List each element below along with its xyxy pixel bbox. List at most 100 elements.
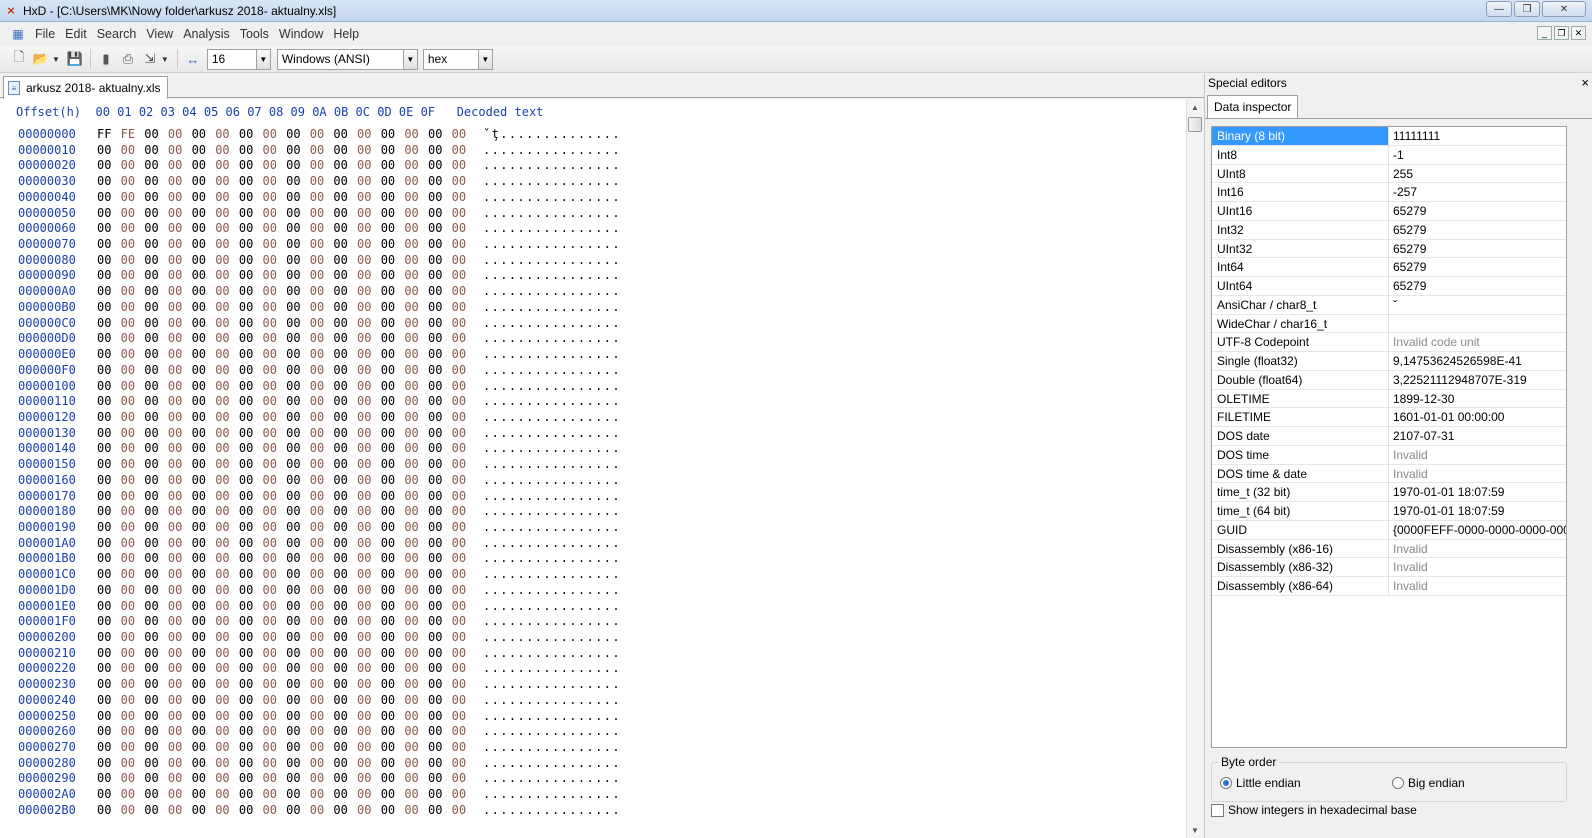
hex-byte[interactable]: 00 [310, 787, 334, 803]
hex-byte[interactable]: 00 [357, 536, 381, 552]
hex-byte[interactable]: 00 [286, 316, 310, 332]
hex-byte[interactable]: 00 [144, 693, 168, 709]
hex-byte[interactable]: 00 [357, 630, 381, 646]
hex-byte[interactable]: 00 [381, 221, 405, 237]
hex-byte[interactable]: 00 [215, 661, 239, 677]
hex-row[interactable]: 000000B0 00 00 00 00 00 00 00 00 00 00 00 00 00 00 00 00… [0, 300, 1186, 316]
hex-byte[interactable]: 00 [310, 174, 334, 190]
hex-byte[interactable]: 00 [452, 253, 476, 269]
hex-byte[interactable]: 00 [357, 127, 381, 143]
hex-byte[interactable]: 00 [192, 709, 216, 725]
hex-byte[interactable]: 00 [452, 221, 476, 237]
hex-byte[interactable]: 00 [404, 143, 428, 159]
hex-byte[interactable]: 00 [428, 740, 452, 756]
row-bytes[interactable]: 00 00 00 00 00 00 00 00 00 00 00 00 00 00 00 00 [97, 520, 475, 536]
hex-byte[interactable]: 00 [215, 221, 239, 237]
hex-byte[interactable]: 00 [404, 410, 428, 426]
row-decoded-text[interactable]: ................ [483, 379, 621, 395]
hex-byte[interactable]: 00 [333, 331, 357, 347]
hex-byte[interactable]: 00 [381, 536, 405, 552]
hex-byte[interactable]: 00 [310, 331, 334, 347]
hex-byte[interactable]: 00 [428, 441, 452, 457]
hex-byte[interactable]: 00 [452, 331, 476, 347]
row-bytes[interactable]: 00 00 00 00 00 00 00 00 00 00 00 00 00 00 00 00 [97, 724, 475, 740]
hex-byte[interactable]: 00 [333, 394, 357, 410]
row-decoded-text[interactable]: ................ [483, 206, 621, 222]
hex-byte[interactable]: 00 [168, 331, 192, 347]
hex-byte[interactable]: 00 [239, 379, 263, 395]
hex-byte[interactable]: 00 [286, 206, 310, 222]
hex-byte[interactable]: 00 [286, 426, 310, 442]
hex-byte[interactable]: 00 [262, 206, 286, 222]
hex-byte[interactable]: 00 [97, 158, 121, 174]
hex-byte[interactable]: 00 [310, 363, 334, 379]
hex-byte[interactable]: 00 [215, 756, 239, 772]
row-decoded-text[interactable]: ................ [483, 489, 621, 505]
hex-byte[interactable]: 00 [428, 724, 452, 740]
hex-byte[interactable]: 00 [121, 143, 145, 159]
hex-byte[interactable]: 00 [239, 363, 263, 379]
hex-byte[interactable]: 00 [121, 379, 145, 395]
inspector-row[interactable]: DOS date 2107-07-31 [1212, 427, 1566, 446]
hex-byte[interactable]: 00 [310, 661, 334, 677]
hex-byte[interactable]: 00 [97, 174, 121, 190]
hex-byte[interactable]: 00 [192, 520, 216, 536]
hex-byte[interactable]: 00 [286, 300, 310, 316]
hex-row[interactable]: 00000100 00 00 00 00 00 00 00 00 00 00 00 00 00 00 00 00… [0, 379, 1186, 395]
hex-byte[interactable]: 00 [192, 583, 216, 599]
hex-byte[interactable]: 00 [97, 520, 121, 536]
hex-byte[interactable]: 00 [428, 127, 452, 143]
inspector-row[interactable]: UInt64 65279 [1212, 277, 1566, 296]
hex-byte[interactable]: 00 [452, 724, 476, 740]
hex-byte[interactable]: 00 [452, 158, 476, 174]
hex-byte[interactable]: 00 [357, 473, 381, 489]
hex-row[interactable]: 00000200 00 00 00 00 00 00 00 00 00 00 00 00 00 00 00 00… [0, 630, 1186, 646]
hex-byte[interactable]: 00 [310, 410, 334, 426]
hex-byte[interactable]: 00 [262, 551, 286, 567]
child-minimize-button[interactable]: _ [1537, 26, 1552, 40]
hex-byte[interactable]: 00 [428, 347, 452, 363]
export-icon[interactable]: ⇲ [139, 48, 161, 70]
hex-byte[interactable]: 00 [262, 677, 286, 693]
hex-byte[interactable]: 00 [121, 237, 145, 253]
hex-byte[interactable]: 00 [404, 268, 428, 284]
hex-byte[interactable]: 00 [381, 520, 405, 536]
hex-byte[interactable]: 00 [239, 268, 263, 284]
hex-byte[interactable]: 00 [239, 583, 263, 599]
hex-byte[interactable]: 00 [286, 724, 310, 740]
hex-byte[interactable]: 00 [452, 709, 476, 725]
inspector-row[interactable]: UInt16 65279 [1212, 202, 1566, 221]
hex-byte[interactable]: 00 [310, 724, 334, 740]
inspector-row[interactable]: GUID {0000FEFF-0000-0000-0000-00000 [1212, 520, 1566, 540]
row-decoded-text[interactable]: ................ [483, 756, 621, 772]
hex-byte[interactable]: 00 [262, 379, 286, 395]
hex-row[interactable]: 00000160 00 00 00 00 00 00 00 00 00 00 00 00 00 00 00 00… [0, 473, 1186, 489]
hex-byte[interactable]: 00 [192, 410, 216, 426]
hex-byte[interactable]: 00 [262, 331, 286, 347]
hex-byte[interactable]: 00 [168, 284, 192, 300]
hex-byte[interactable]: 00 [357, 803, 381, 819]
row-bytes[interactable]: 00 00 00 00 00 00 00 00 00 00 00 00 00 00 00 00 [97, 190, 475, 206]
hex-byte[interactable]: 00 [192, 457, 216, 473]
scroll-down-icon[interactable]: ▼ [1187, 822, 1203, 838]
hex-byte[interactable]: 00 [168, 473, 192, 489]
hex-row[interactable]: 00000010 00 00 00 00 00 00 00 00 00 00 00 00 00 00 00 00… [0, 143, 1186, 159]
open-file-icon[interactable]: 📂 [30, 48, 52, 70]
hex-byte[interactable]: 00 [121, 630, 145, 646]
new-file-icon[interactable]: 🗋 [8, 48, 30, 70]
hex-byte[interactable]: 00 [452, 316, 476, 332]
hex-byte[interactable]: 00 [428, 268, 452, 284]
row-decoded-text[interactable]: ................ [483, 221, 621, 237]
hex-byte[interactable]: 00 [286, 158, 310, 174]
hex-byte[interactable]: 00 [262, 253, 286, 269]
hex-byte[interactable]: 00 [310, 583, 334, 599]
hex-byte[interactable]: 00 [144, 756, 168, 772]
menu-analysis[interactable]: Analysis [178, 27, 235, 41]
hex-byte[interactable]: 00 [144, 237, 168, 253]
hex-byte[interactable]: 00 [262, 599, 286, 615]
row-bytes[interactable]: 00 00 00 00 00 00 00 00 00 00 00 00 00 00 00 00 [97, 206, 475, 222]
row-decoded-text[interactable]: ................ [483, 237, 621, 253]
hex-byte[interactable]: 00 [428, 504, 452, 520]
hex-byte[interactable]: 00 [97, 473, 121, 489]
hex-byte[interactable]: 00 [333, 284, 357, 300]
